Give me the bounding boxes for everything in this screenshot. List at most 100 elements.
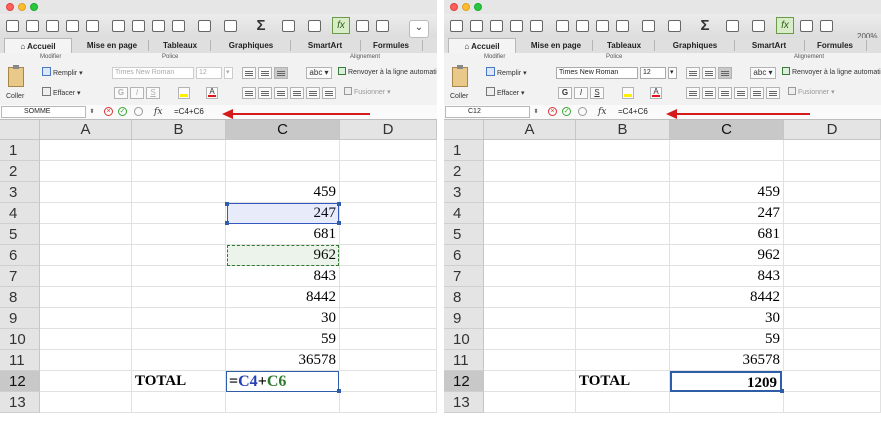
- row-header-1[interactable]: 1: [0, 140, 40, 161]
- cell-a3[interactable]: [40, 182, 132, 203]
- cell-a10[interactable]: [484, 329, 576, 350]
- cell-a8[interactable]: [484, 287, 576, 308]
- cut-icon[interactable]: [110, 17, 126, 34]
- cell-d11[interactable]: [784, 350, 881, 371]
- increase-indent-button[interactable]: [322, 87, 336, 99]
- zoom-window-button[interactable]: [474, 3, 482, 11]
- remplir-button[interactable]: Remplir ▾: [42, 67, 83, 79]
- cell-b11[interactable]: [576, 350, 670, 371]
- cell-a1[interactable]: [40, 140, 132, 161]
- cell-b5[interactable]: [132, 224, 226, 245]
- tab-tableaux[interactable]: Tableaux: [596, 38, 652, 53]
- horizontal-align-right-button[interactable]: [274, 87, 288, 99]
- cell-b1[interactable]: [576, 140, 670, 161]
- cell-b10[interactable]: [576, 329, 670, 350]
- fill-handle[interactable]: [337, 389, 341, 393]
- autosum-icon[interactable]: Σ: [698, 17, 712, 34]
- cell-b4[interactable]: [576, 203, 670, 224]
- remplir-button[interactable]: Remplir ▾: [486, 67, 527, 79]
- vertical-align-middle-button[interactable]: [702, 67, 716, 79]
- new-document-icon[interactable]: [448, 17, 464, 34]
- cell-d1[interactable]: [340, 140, 437, 161]
- cell-c5[interactable]: 681: [670, 224, 784, 245]
- cell-a7[interactable]: [40, 266, 132, 287]
- name-box[interactable]: C12: [445, 106, 530, 118]
- row-header-2[interactable]: 2: [0, 161, 40, 182]
- close-window-button[interactable]: [450, 3, 458, 11]
- cell-d6[interactable]: [340, 245, 437, 266]
- row-header-4[interactable]: 4: [0, 203, 40, 224]
- cell-b11[interactable]: [132, 350, 226, 371]
- effacer-button[interactable]: Effacer ▾: [42, 87, 81, 99]
- cell-a3[interactable]: [484, 182, 576, 203]
- cell-d3[interactable]: [340, 182, 437, 203]
- row-header-13[interactable]: 13: [444, 392, 484, 413]
- cell-c11[interactable]: 36578: [670, 350, 784, 371]
- template-icon[interactable]: [468, 17, 484, 34]
- font-name-select[interactable]: Times New Roman: [112, 67, 194, 79]
- row-header-11[interactable]: 11: [0, 350, 40, 371]
- cell-b9[interactable]: [576, 308, 670, 329]
- tab-graphiques[interactable]: Graphiques: [214, 38, 288, 53]
- cell-d3[interactable]: [784, 182, 881, 203]
- cell-d10[interactable]: [784, 329, 881, 350]
- cell-d4[interactable]: [784, 203, 881, 224]
- cell-c9[interactable]: 30: [226, 308, 340, 329]
- fx-icon[interactable]: fx: [154, 105, 162, 119]
- italic-button[interactable]: I: [130, 87, 144, 99]
- copy-icon[interactable]: [574, 17, 590, 34]
- font-color-icon[interactable]: A: [206, 87, 218, 99]
- cell-a10[interactable]: [40, 329, 132, 350]
- cell-a11[interactable]: [40, 350, 132, 371]
- cell-a5[interactable]: [40, 224, 132, 245]
- bold-button[interactable]: G: [558, 87, 572, 99]
- cell-b4[interactable]: [132, 203, 226, 224]
- tab-accueil[interactable]: ⌂ Accueil: [4, 38, 72, 53]
- cell-a9[interactable]: [40, 308, 132, 329]
- cell-b13[interactable]: [576, 392, 670, 413]
- cell-d2[interactable]: [784, 161, 881, 182]
- cell-d8[interactable]: [340, 287, 437, 308]
- cell-d1[interactable]: [784, 140, 881, 161]
- cell-c3[interactable]: 459: [670, 182, 784, 203]
- row-header-7[interactable]: 7: [0, 266, 40, 287]
- cell-b5[interactable]: [576, 224, 670, 245]
- tab-formules[interactable]: Formules: [362, 38, 420, 53]
- row-header-7[interactable]: 7: [444, 266, 484, 287]
- cell-a12[interactable]: [484, 371, 576, 392]
- minimize-window-button[interactable]: [462, 3, 470, 11]
- cancel-entry-icon[interactable]: ×: [548, 107, 557, 116]
- row-header-12[interactable]: 12: [444, 371, 484, 392]
- font-size-select[interactable]: 12: [196, 67, 222, 79]
- cell-b2[interactable]: [576, 161, 670, 182]
- function-circle-icon[interactable]: [134, 107, 143, 116]
- cell-b3[interactable]: [576, 182, 670, 203]
- row-header-6[interactable]: 6: [444, 245, 484, 266]
- row-header-9[interactable]: 9: [0, 308, 40, 329]
- column-header-a[interactable]: A: [40, 120, 132, 140]
- redo-icon[interactable]: [222, 17, 238, 34]
- font-color-icon[interactable]: A: [650, 87, 662, 99]
- cell-b9[interactable]: [132, 308, 226, 329]
- open-icon[interactable]: [44, 17, 60, 34]
- tab-mise-en-page[interactable]: Mise en page: [78, 38, 146, 53]
- cell-b8[interactable]: [576, 287, 670, 308]
- column-header-d[interactable]: D: [784, 120, 881, 140]
- cell-a6[interactable]: [40, 245, 132, 266]
- autosum-icon[interactable]: Σ: [254, 17, 268, 34]
- cell-c11[interactable]: 36578: [226, 350, 340, 371]
- tab-accueil[interactable]: ⌂ Accueil: [448, 38, 516, 53]
- function-circle-icon[interactable]: [578, 107, 587, 116]
- cell-d13[interactable]: [340, 392, 437, 413]
- row-header-9[interactable]: 9: [444, 308, 484, 329]
- formula-input[interactable]: =C4+C6: [174, 105, 204, 119]
- column-header-a[interactable]: A: [484, 120, 576, 140]
- horizontal-align-right-button[interactable]: [718, 87, 732, 99]
- cell-a5[interactable]: [484, 224, 576, 245]
- format-painter-icon[interactable]: [614, 17, 630, 34]
- chevron-updown-icon[interactable]: ⬍: [532, 106, 540, 118]
- filter-icon[interactable]: [306, 17, 322, 34]
- vertical-align-top-button[interactable]: [242, 67, 256, 79]
- fill-handle[interactable]: [780, 389, 784, 393]
- row-header-3[interactable]: 3: [444, 182, 484, 203]
